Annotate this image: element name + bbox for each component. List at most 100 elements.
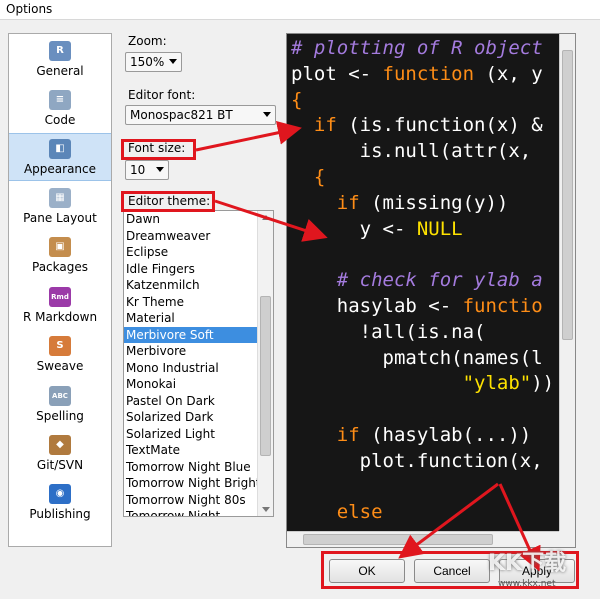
code-line: if (missing(y))	[291, 191, 554, 217]
sidebar-item-label: Code	[44, 113, 76, 127]
code-token: {	[291, 165, 326, 188]
sidebar-item-label: General	[36, 64, 84, 78]
code-token: "ylab"	[462, 372, 532, 395]
theme-list-item[interactable]: Tomorrow Night	[124, 508, 258, 516]
title-bar: Options	[0, 0, 600, 20]
theme-list-item[interactable]: Monokai	[124, 376, 258, 393]
sidebar-item-sweave[interactable]: S Sweave	[9, 331, 111, 379]
code-line: if (hasylab(...))	[291, 423, 554, 449]
sidebar-item-pane-layout[interactable]: ▦ Pane Layout	[9, 183, 111, 231]
code-token: if	[291, 191, 360, 214]
sidebar-item-label: Packages	[32, 260, 88, 274]
code-token: function	[382, 62, 475, 85]
sweave-icon: S	[49, 336, 71, 356]
chevron-down-icon	[169, 59, 177, 64]
code-line: hasylab <- functio	[291, 294, 554, 320]
font-size-select[interactable]: 10	[125, 160, 169, 180]
scroll-up-icon[interactable]	[262, 215, 270, 220]
theme-list-item[interactable]: Merbivore	[124, 343, 258, 360]
preview-vertical-scrollbar[interactable]	[559, 34, 575, 531]
scroll-thumb[interactable]	[303, 534, 493, 545]
code-token: hasylab <-	[291, 294, 463, 317]
scroll-thumb[interactable]	[260, 296, 271, 456]
watermark-url: www.kkx.net	[498, 579, 556, 589]
theme-list-item[interactable]: Pastel On Dark	[124, 393, 258, 410]
sidebar-item-code[interactable]: ≡ Code	[9, 85, 111, 133]
code-line: "ylab"))	[291, 371, 555, 397]
sidebar-item-spelling[interactable]: ABC Spelling	[9, 381, 111, 429]
theme-list-item[interactable]: Dreamweaver	[124, 228, 258, 245]
font-size-value: 10	[130, 163, 146, 177]
theme-list-item[interactable]: Solarized Light	[124, 426, 258, 443]
scroll-thumb[interactable]	[562, 50, 573, 340]
sidebar-item-label: R Markdown	[22, 310, 98, 324]
theme-list-item[interactable]: Tomorrow Night Blue	[124, 459, 258, 476]
theme-list-scrollbar[interactable]	[257, 211, 273, 516]
preview-code: # plotting of R object plot <- function (…	[291, 36, 555, 547]
sidebar-item-git-svn[interactable]: ◆ Git/SVN	[9, 430, 111, 478]
code-line: !all(is.na(	[291, 320, 554, 346]
theme-list-item[interactable]: Material	[124, 310, 258, 327]
code-token: if	[291, 114, 337, 137]
code-line: # check for ylab a	[291, 268, 554, 294]
code-token: pmatch(names(l	[291, 346, 543, 369]
sidebar-item-appearance[interactable]: ◧ Appearance	[9, 133, 111, 181]
editor-font-select[interactable]: Monospac821 BT	[125, 105, 276, 125]
theme-list-item[interactable]: Idle Fingers	[124, 261, 258, 278]
code-line: # plotting of R object	[291, 36, 554, 62]
code-token: # plotting of R object	[291, 37, 543, 59]
options-sidebar: R General ≡ Code ◧ Appearance ▦ Pane Layout ▣ Pac…	[8, 33, 112, 547]
theme-list-item[interactable]: Katzenmilch	[124, 277, 258, 294]
code-token: (missing(y))	[359, 191, 509, 214]
theme-list-item[interactable]: Kr Theme	[124, 294, 258, 311]
code-token: ))	[531, 372, 555, 395]
pane-layout-icon: ▦	[49, 188, 71, 208]
code-token: (x, y	[474, 62, 543, 85]
theme-list-item[interactable]: Solarized Dark	[124, 409, 258, 426]
spelling-abc-icon: ABC	[49, 386, 71, 406]
code-line: {	[291, 165, 554, 191]
rmd-icon: Rmd	[49, 287, 71, 307]
theme-list-item[interactable]: TextMate	[124, 442, 258, 459]
sidebar-item-publishing[interactable]: ◉ Publishing	[9, 479, 111, 527]
sidebar-item-label: Pane Layout	[23, 211, 97, 225]
paint-bucket-icon: ◧	[49, 139, 71, 159]
git-box-icon: ◆	[49, 435, 71, 455]
chevron-down-icon	[263, 112, 271, 117]
editor-theme-list[interactable]: Dawn Dreamweaver Eclipse Idle Fingers Katzen…	[123, 210, 274, 517]
publishing-icon: ◉	[49, 484, 71, 504]
code-token: is.null(attr(x,	[291, 140, 532, 163]
theme-list-item[interactable]: Eclipse	[124, 244, 258, 261]
window-title: Options	[6, 2, 53, 16]
scroll-down-icon[interactable]	[262, 507, 270, 512]
theme-list-item[interactable]: Merbivore Soft	[124, 326, 258, 343]
theme-list-item[interactable]: Tomorrow Night 80s	[124, 492, 258, 509]
code-line: {	[291, 88, 554, 114]
chevron-down-icon	[156, 167, 164, 172]
sidebar-item-label: Spelling	[36, 409, 84, 423]
arrow-to-font-code	[195, 120, 302, 152]
code-token: (is.function(x) &	[336, 114, 543, 137]
sidebar-item-label: Appearance	[23, 162, 97, 176]
code-token: plot.function(x,	[291, 449, 543, 472]
code-line: y <- NULL	[291, 217, 554, 243]
r-logo-icon: R	[49, 41, 71, 61]
theme-list-item[interactable]: Dawn	[124, 211, 258, 228]
zoom-select[interactable]: 150%	[125, 52, 182, 72]
code-token: (hasylab(...))	[359, 423, 532, 446]
theme-list-item[interactable]: Mono Industrial	[124, 360, 258, 377]
sidebar-item-label: Sweave	[36, 359, 84, 373]
sidebar-item-r-markdown[interactable]: Rmd R Markdown	[9, 282, 111, 330]
code-token: {	[291, 88, 303, 111]
editor-font-value: Monospac821 BT	[130, 108, 233, 122]
code-line: if (is.function(x) &	[291, 113, 554, 139]
sidebar-item-general[interactable]: R General	[9, 36, 111, 84]
code-token: !all(is.na(	[291, 320, 486, 343]
editor-font-label: Editor font:	[128, 88, 196, 102]
sidebar-item-packages[interactable]: ▣ Packages	[9, 232, 111, 280]
theme-list-item[interactable]: Tomorrow Night Bright	[124, 475, 261, 492]
